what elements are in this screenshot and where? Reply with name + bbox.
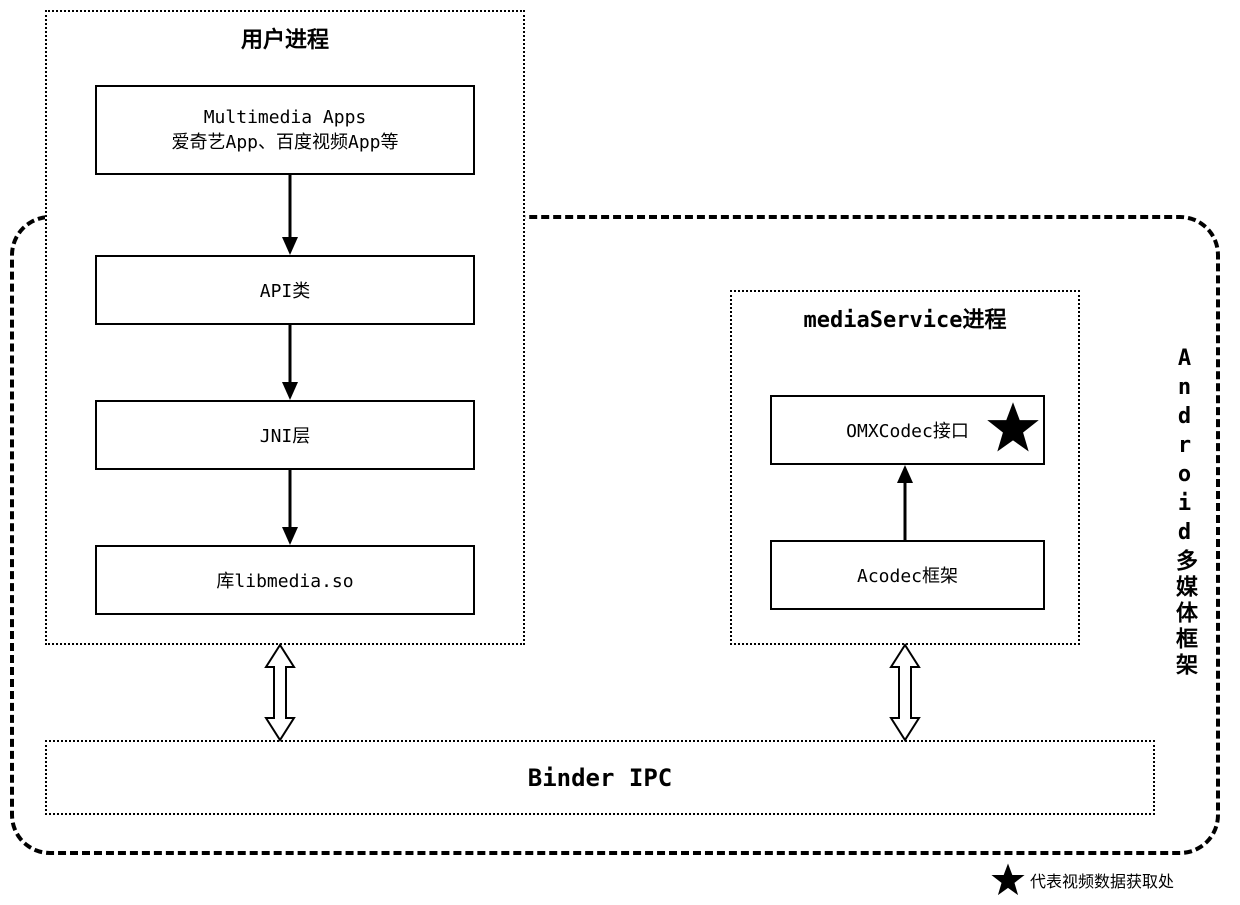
star-icon <box>985 400 1041 456</box>
double-arrow-media-binder <box>885 645 925 740</box>
lib-label: 库libmedia.so <box>216 567 353 593</box>
acodec-label: Acodec框架 <box>857 562 958 588</box>
binder-ipc-box: Binder IPC <box>45 740 1155 815</box>
arrow-api-to-jni <box>280 325 300 400</box>
jni-label: JNI层 <box>260 422 311 448</box>
arrow-jni-to-lib <box>280 470 300 545</box>
acodec-box: Acodec框架 <box>770 540 1045 610</box>
star-icon <box>990 862 1026 898</box>
legend-label: 代表视频数据获取处 <box>1030 868 1174 892</box>
api-label: API类 <box>260 277 311 303</box>
apps-line2: 爱奇艺App、百度视频App等 <box>171 128 398 154</box>
framework-label: Android多媒体框架 <box>1168 340 1200 685</box>
media-service-title: mediaService进程 <box>732 292 1078 334</box>
apps-line1: Multimedia Apps <box>204 107 367 128</box>
omxcodec-label: OMXCodec接口 <box>846 417 969 443</box>
user-process-title: 用户进程 <box>47 12 523 54</box>
double-arrow-user-binder <box>260 645 300 740</box>
multimedia-apps-box: Multimedia Apps 爱奇艺App、百度视频App等 <box>95 85 475 175</box>
lib-box: 库libmedia.so <box>95 545 475 615</box>
jni-box: JNI层 <box>95 400 475 470</box>
binder-label: Binder IPC <box>528 764 673 792</box>
legend: 代表视频数据获取处 <box>990 862 1174 898</box>
arrow-acodec-to-omx <box>895 465 915 540</box>
api-box: API类 <box>95 255 475 325</box>
diagram-canvas: Android多媒体框架 用户进程 Multimedia Apps 爱奇艺App… <box>0 0 1240 905</box>
arrow-apps-to-api <box>280 175 300 255</box>
